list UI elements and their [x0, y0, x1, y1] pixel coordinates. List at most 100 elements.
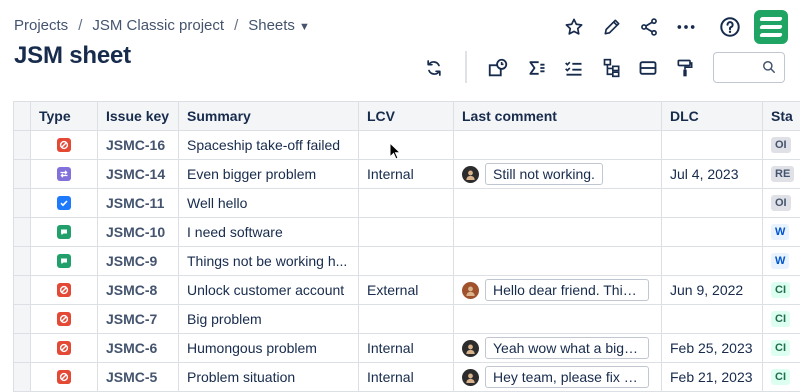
table-row[interactable]: JSMC-6 Humongous problem Internal Yeah wow … — [14, 334, 800, 363]
column-header-lcv[interactable]: LCV — [359, 102, 454, 131]
dlc-cell[interactable] — [662, 189, 763, 218]
column-header-status[interactable]: Sta — [763, 102, 800, 131]
lcv-cell[interactable]: Internal — [359, 160, 454, 189]
issue-key-cell[interactable]: JSMC-6 — [98, 334, 179, 363]
summary-cell[interactable]: Spaceship take-off failed — [179, 131, 359, 160]
issue-key-cell[interactable]: JSMC-10 — [98, 218, 179, 247]
search-icon[interactable] — [762, 60, 776, 79]
row-handle[interactable] — [14, 131, 31, 160]
row-handle[interactable] — [14, 218, 31, 247]
last-comment-cell[interactable] — [454, 247, 662, 276]
status-cell[interactable]: CI — [763, 276, 800, 305]
last-comment-cell[interactable] — [454, 218, 662, 247]
type-cell[interactable] — [31, 189, 98, 218]
last-comment-cell[interactable]: Yeah wow what a big p... — [454, 334, 662, 363]
row-handle[interactable] — [14, 305, 31, 334]
filter-status-icon[interactable] — [485, 56, 511, 80]
app-logo[interactable] — [754, 10, 788, 44]
share-icon[interactable] — [637, 15, 661, 39]
dlc-cell[interactable]: Feb 21, 2023 — [662, 363, 763, 392]
table-row[interactable]: JSMC-5 Problem situation Internal Hey team,… — [14, 363, 800, 392]
group-icon[interactable] — [636, 56, 660, 80]
more-icon[interactable] — [673, 15, 699, 39]
type-cell[interactable] — [31, 247, 98, 276]
last-comment-cell[interactable] — [454, 189, 662, 218]
issue-key-cell[interactable]: JSMC-11 — [98, 189, 179, 218]
sum-icon[interactable] — [525, 56, 549, 80]
status-cell[interactable]: W — [763, 247, 800, 276]
lcv-cell[interactable] — [359, 189, 454, 218]
type-cell[interactable] — [31, 131, 98, 160]
table-row[interactable]: JSMC-8 Unlock customer account External Hel… — [14, 276, 800, 305]
issue-key-cell[interactable]: JSMC-9 — [98, 247, 179, 276]
star-icon[interactable] — [562, 15, 586, 39]
table-row[interactable]: JSMC-11 Well hello OI — [14, 189, 800, 218]
status-cell[interactable]: CI — [763, 305, 800, 334]
last-comment[interactable]: Still not working. — [462, 163, 603, 185]
dlc-cell[interactable] — [662, 305, 763, 334]
lcv-cell[interactable]: Internal — [359, 334, 454, 363]
refresh-icon[interactable] — [422, 56, 446, 80]
column-header-dlc[interactable]: DLC — [662, 102, 763, 131]
status-cell[interactable]: RE — [763, 160, 800, 189]
lcv-cell[interactable] — [359, 218, 454, 247]
last-comment-cell[interactable]: Hello dear friend. This ... — [454, 276, 662, 305]
summary-cell[interactable]: I need software — [179, 218, 359, 247]
summary-cell[interactable]: Well hello — [179, 189, 359, 218]
column-header-last-comment[interactable]: Last comment — [454, 102, 662, 131]
summary-cell[interactable]: Even bigger problem — [179, 160, 359, 189]
last-comment-cell[interactable]: Hey team, please fix s... — [454, 363, 662, 392]
type-cell[interactable] — [31, 160, 98, 189]
dlc-cell[interactable] — [662, 247, 763, 276]
summary-cell[interactable]: Unlock customer account — [179, 276, 359, 305]
breadcrumb-projects[interactable]: Projects — [14, 17, 68, 34]
issue-key-cell[interactable]: JSMC-16 — [98, 131, 179, 160]
dlc-cell[interactable] — [662, 131, 763, 160]
table-row[interactable]: JSMC-14 Even bigger problem Internal Still … — [14, 160, 800, 189]
search-input[interactable] — [714, 53, 762, 82]
status-cell[interactable]: W — [763, 218, 800, 247]
help-icon[interactable] — [717, 14, 743, 40]
last-comment[interactable]: Yeah wow what a big p... — [462, 337, 649, 359]
row-handle[interactable] — [14, 276, 31, 305]
lcv-cell[interactable]: External — [359, 276, 454, 305]
column-header-issue-key[interactable]: Issue key — [98, 102, 179, 131]
summary-cell[interactable]: Humongous problem — [179, 334, 359, 363]
type-cell[interactable] — [31, 218, 98, 247]
issue-key-cell[interactable]: JSMC-7 — [98, 305, 179, 334]
type-cell[interactable] — [31, 305, 98, 334]
row-handle[interactable] — [14, 363, 31, 392]
table-row[interactable]: JSMC-10 I need software W — [14, 218, 800, 247]
issue-key-cell[interactable]: JSMC-14 — [98, 160, 179, 189]
table-row[interactable]: JSMC-9 Things not be working h... W — [14, 247, 800, 276]
last-comment[interactable]: Hello dear friend. This ... — [462, 279, 649, 301]
last-comment[interactable]: Hey team, please fix s... — [462, 366, 649, 388]
dlc-cell[interactable] — [662, 218, 763, 247]
type-cell[interactable] — [31, 363, 98, 392]
breadcrumb-sheets-dropdown[interactable]: Sheets ▼ — [248, 17, 310, 34]
checklist-icon[interactable] — [562, 56, 586, 80]
type-cell[interactable] — [31, 334, 98, 363]
status-cell[interactable]: OI — [763, 131, 800, 160]
pencil-icon[interactable] — [600, 15, 624, 39]
row-handle[interactable] — [14, 334, 31, 363]
row-handle[interactable] — [14, 247, 31, 276]
summary-cell[interactable]: Problem situation — [179, 363, 359, 392]
status-cell[interactable]: CI — [763, 334, 800, 363]
status-cell[interactable]: CI — [763, 363, 800, 392]
last-comment-cell[interactable] — [454, 305, 662, 334]
lcv-cell[interactable] — [359, 131, 454, 160]
issue-key-cell[interactable]: JSMC-5 — [98, 363, 179, 392]
last-comment-cell[interactable]: Still not working. — [454, 160, 662, 189]
type-cell[interactable] — [31, 276, 98, 305]
lcv-cell[interactable]: Internal — [359, 363, 454, 392]
breadcrumb-project[interactable]: JSM Classic project — [92, 17, 224, 34]
table-row[interactable]: JSMC-16 Spaceship take-off failed OI — [14, 131, 800, 160]
column-header-type[interactable]: Type — [31, 102, 98, 131]
lcv-cell[interactable] — [359, 305, 454, 334]
lcv-cell[interactable] — [359, 247, 454, 276]
hierarchy-icon[interactable] — [600, 56, 624, 80]
table-row[interactable]: JSMC-7 Big problem CI — [14, 305, 800, 334]
last-comment-cell[interactable] — [454, 131, 662, 160]
dlc-cell[interactable]: Feb 25, 2023 — [662, 334, 763, 363]
